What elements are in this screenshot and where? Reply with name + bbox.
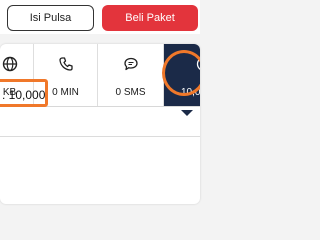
phone-icon (56, 54, 76, 74)
top-action-bar: Isi Pulsa Beli Paket (0, 0, 200, 34)
top-up-button[interactable]: Isi Pulsa (7, 5, 94, 31)
globe-icon (0, 54, 20, 74)
tab-highlight-ring (162, 50, 200, 96)
buy-package-button[interactable]: Beli Paket (102, 5, 198, 31)
section-divider (0, 136, 200, 137)
balance-card: KB 0 MIN 0 SMS 10,0 (0, 44, 200, 204)
chat-bubble-icon (121, 54, 141, 74)
selected-tab-pointer (181, 110, 193, 116)
sms-quota-value: 0 SMS (115, 87, 146, 98)
balance-amount: . 10,000 (2, 88, 46, 102)
sms-quota-tab[interactable]: 0 SMS (98, 44, 164, 106)
